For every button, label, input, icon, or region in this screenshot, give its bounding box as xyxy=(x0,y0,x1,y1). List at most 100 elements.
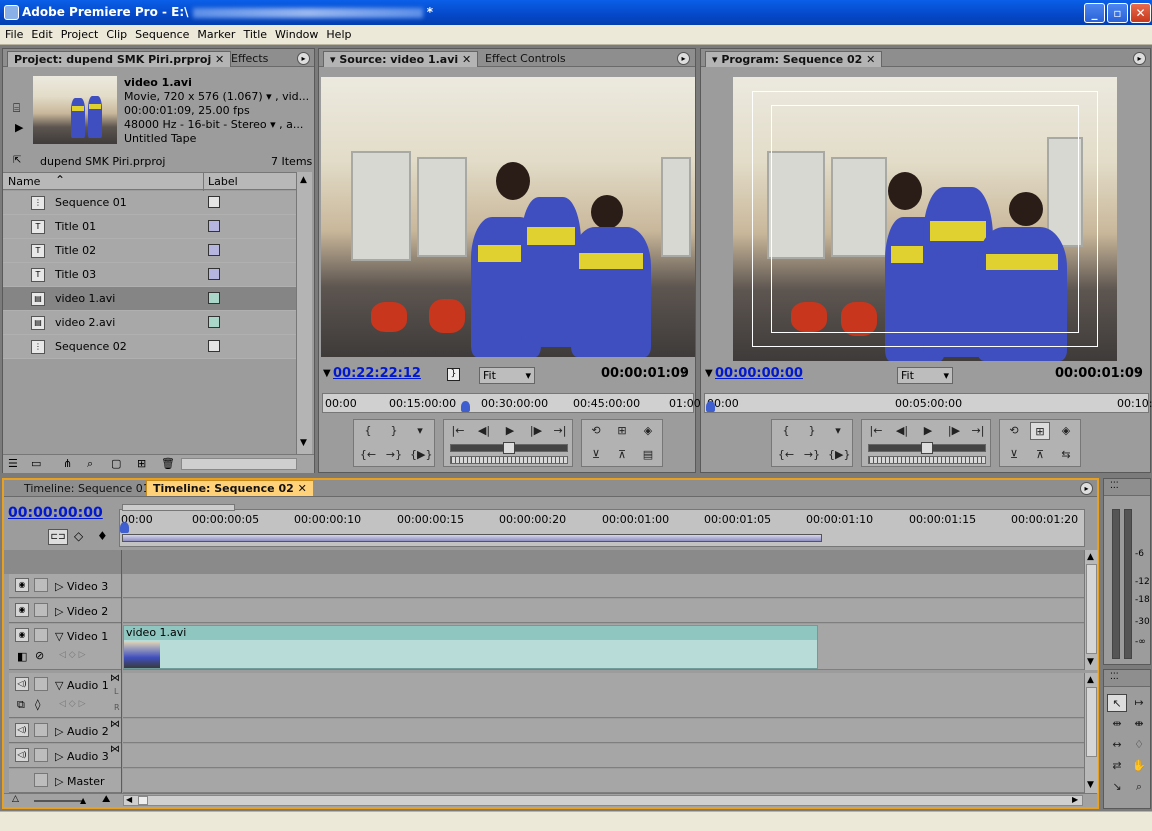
loop-icon[interactable]: ⟲ xyxy=(586,422,606,440)
razor-tool-icon[interactable]: ♢ xyxy=(1129,736,1149,754)
waveform-icon[interactable]: ⧉ xyxy=(17,698,25,712)
lock-toggle[interactable] xyxy=(34,677,48,691)
mark-in-icon[interactable]: { xyxy=(358,422,378,440)
jog-wheel[interactable] xyxy=(868,456,986,464)
timeline-current-timecode[interactable]: 00:00:00:00 xyxy=(8,505,103,521)
audio-track-area[interactable] xyxy=(123,769,1085,793)
tab-timeline-seq02[interactable]: Timeline: Sequence 02 ✕ xyxy=(146,480,314,496)
find-icon[interactable]: ⌕ xyxy=(87,457,93,471)
safe-margins-icon[interactable]: ⊞ xyxy=(612,422,632,440)
new-item-icon[interactable]: ⊞ xyxy=(137,457,146,470)
menu-help[interactable]: Help xyxy=(321,25,354,41)
speaker-icon[interactable]: ◁) xyxy=(15,748,29,762)
project-hscroll[interactable] xyxy=(181,458,297,470)
step-back-icon[interactable]: ◀| xyxy=(474,422,494,440)
source-playhead[interactable] xyxy=(461,401,470,412)
rolling-edit-tool-icon[interactable]: ⇼ xyxy=(1129,715,1149,733)
automate-icon[interactable]: ⋔ xyxy=(63,457,72,470)
go-to-in-icon[interactable]: {← xyxy=(358,446,378,464)
timeline-time-ruler[interactable]: 00:00 00:00:00:05 00:00:00:10 00:00:00:1… xyxy=(119,504,1085,547)
timeline-playhead[interactable] xyxy=(120,522,129,533)
panel-menu-icon[interactable]: ▸ xyxy=(1133,52,1146,65)
menu-title[interactable]: Title xyxy=(238,25,270,41)
program-current-timecode[interactable]: 00:00:00:00 xyxy=(715,366,803,381)
expand-icon[interactable]: ▽ xyxy=(55,630,63,643)
expand-icon[interactable]: ▷ xyxy=(55,725,63,738)
list-view-icon[interactable]: ☰ xyxy=(8,457,18,470)
menu-project[interactable]: Project xyxy=(56,25,102,41)
go-to-in-icon[interactable]: {← xyxy=(776,446,796,464)
safe-margins-icon[interactable]: ⊞ xyxy=(1030,422,1050,440)
menu-file[interactable]: File xyxy=(0,25,26,41)
project-item[interactable]: ▤ video 2.avi xyxy=(3,311,296,335)
label-color-swatch[interactable] xyxy=(208,292,220,304)
snap-icon[interactable]: ⊏⊐ xyxy=(48,529,68,545)
tab-program[interactable]: ▾ Program: Sequence 02 ✕ xyxy=(705,51,883,67)
prev-edit-icon[interactable]: |← xyxy=(866,422,886,440)
label-color-swatch[interactable] xyxy=(208,196,220,208)
lock-toggle[interactable] xyxy=(34,628,48,642)
lock-toggle[interactable] xyxy=(34,723,48,737)
loop-icon[interactable]: ⟲ xyxy=(1004,422,1024,440)
icon-view-icon[interactable]: ▭ xyxy=(31,457,41,470)
play-in-to-out-icon[interactable]: {▶} xyxy=(410,446,432,464)
project-item[interactable]: ▤ video 1.avi xyxy=(3,287,296,311)
audio-track-area[interactable] xyxy=(123,719,1085,743)
step-back-icon[interactable]: ◀| xyxy=(892,422,912,440)
camera-icon[interactable]: ⌸ xyxy=(13,101,20,116)
zoom-out-icon[interactable]: △ xyxy=(12,794,19,804)
output-icon[interactable]: ◈ xyxy=(1056,422,1076,440)
overlay-icon[interactable]: ⊼ xyxy=(612,446,632,464)
video-track-header[interactable]: ◉ ▷ Video 2 xyxy=(9,599,122,623)
premiere-app-icon[interactable] xyxy=(4,5,19,20)
col-name[interactable]: Name xyxy=(8,175,40,188)
set-marker-icon[interactable]: ◇ xyxy=(74,529,83,543)
expand-icon[interactable]: ▷ xyxy=(55,605,63,618)
display-style-icon[interactable]: ◧ xyxy=(17,650,27,663)
pen-tool-icon[interactable]: ↘ xyxy=(1107,778,1127,796)
grip-icon[interactable]: ⁚⁚⁚ xyxy=(1110,672,1119,682)
menu-marker[interactable]: Marker xyxy=(192,25,238,41)
zoom-tool-icon[interactable]: ⌕ xyxy=(1129,778,1149,796)
play-icon[interactable]: ▶ xyxy=(918,422,938,440)
col-label[interactable]: Label xyxy=(208,175,238,188)
folder-up-icon[interactable]: ⇱ xyxy=(13,155,21,166)
hand-tool-icon[interactable]: ✋ xyxy=(1129,757,1149,775)
timeline-zoom-bar[interactable] xyxy=(122,504,235,511)
mark-in-icon[interactable]: { xyxy=(776,422,796,440)
audio-track-header[interactable]: ◁) ▷ Audio 2 ⋈ xyxy=(9,719,122,743)
menu-window[interactable]: Window xyxy=(270,25,321,41)
trash-icon[interactable]: 🗑 xyxy=(161,457,175,470)
prev-marker-icon[interactable]: |← xyxy=(448,422,468,440)
set-encore-marker-icon[interactable]: ♦ xyxy=(97,529,108,543)
source-current-timecode[interactable]: 00:22:22:12 xyxy=(333,366,421,381)
video-track-area[interactable] xyxy=(123,574,1085,598)
audio-track-header[interactable]: ▷ Master xyxy=(9,769,122,793)
next-edit-icon[interactable]: →| xyxy=(968,422,988,440)
expand-icon[interactable]: ▷ xyxy=(55,750,63,763)
expand-icon[interactable]: ▽ xyxy=(55,679,63,692)
lock-toggle[interactable] xyxy=(34,578,48,592)
audio-track-header[interactable]: ◁) ▽ Audio 1 ⋈ ⧉ ◊ ◁ ◇ ▷ L R xyxy=(9,673,122,718)
video-track-header[interactable]: ◉ ▽ Video 1 ◧ ⊘ ◁ ◇ ▷ xyxy=(9,624,122,670)
zoom-in-icon[interactable]: ⛰ xyxy=(102,794,110,805)
tab-project[interactable]: Project: dupend SMK Piri.prproj ✕ xyxy=(7,51,232,67)
panel-menu-icon[interactable]: ▸ xyxy=(677,52,690,65)
shuttle-slider[interactable] xyxy=(450,442,568,454)
project-item[interactable]: T Title 02 xyxy=(3,239,296,263)
eye-icon[interactable]: ◉ xyxy=(15,603,29,617)
step-forward-icon[interactable]: |▶ xyxy=(526,422,546,440)
set-marker-icon[interactable]: ▾ xyxy=(410,422,430,440)
lock-toggle[interactable] xyxy=(34,773,48,787)
maximize-button[interactable]: ▫ xyxy=(1107,3,1128,23)
timeline-clip-video1[interactable]: video 1.avi xyxy=(123,625,818,669)
project-item[interactable]: T Title 03 xyxy=(3,263,296,287)
keyframe-nav-icon[interactable]: ◁ ◇ ▷ xyxy=(59,699,86,709)
zoom-slider[interactable]: ▲ xyxy=(34,796,86,805)
tab-effects[interactable]: Effects xyxy=(225,51,274,67)
label-color-swatch[interactable] xyxy=(208,268,220,280)
lock-toggle[interactable] xyxy=(34,748,48,762)
keyframe-toggle-icon[interactable]: ⊘ xyxy=(35,649,44,662)
speaker-icon[interactable]: ◁) xyxy=(15,677,29,691)
panel-menu-icon[interactable]: ▸ xyxy=(297,52,310,65)
